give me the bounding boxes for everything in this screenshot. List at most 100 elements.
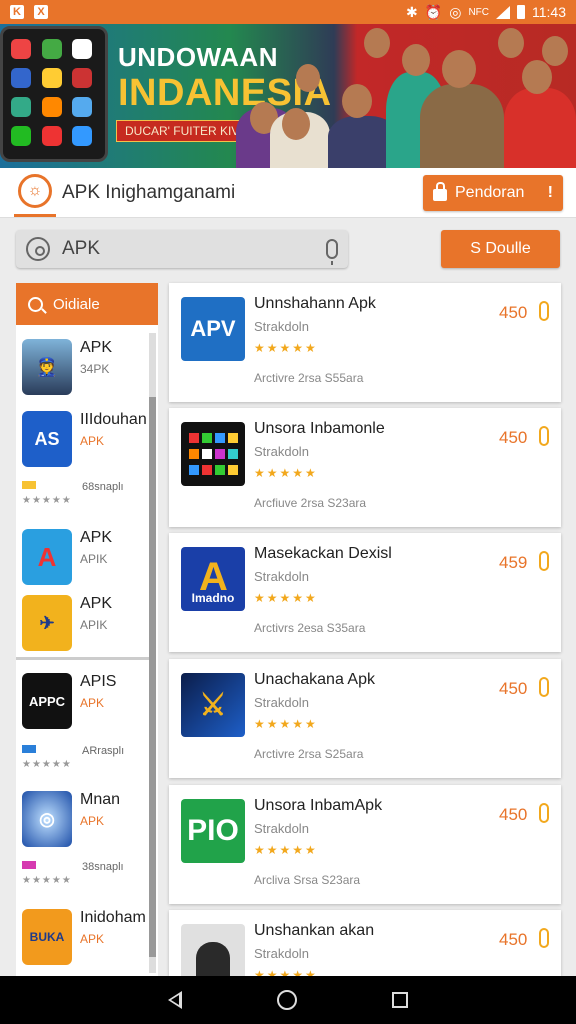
download-icon[interactable]	[539, 928, 549, 948]
sidebar-item-name: IIIdouhan	[80, 411, 147, 428]
alert-badge: !	[547, 184, 553, 201]
app-meta: Arctivre 2rsa S25ara	[254, 747, 364, 761]
app-title: Masekackan Dexisl	[254, 545, 392, 562]
app-download-count: 450	[499, 428, 528, 447]
app-meta: Arcliva Srsa S23ara	[254, 873, 361, 887]
sidebar-item[interactable]: APPC APIS APK	[22, 673, 116, 729]
download-icon[interactable]	[539, 426, 549, 446]
app-meta: Arctivre 2rsa S55ara	[254, 371, 364, 385]
scrollbar-thumb[interactable]	[149, 397, 156, 957]
nfc-icon: NFC	[468, 6, 489, 18]
app-meta: Arctivrs 2esa S35ara	[254, 621, 366, 635]
banner-people-image	[236, 24, 576, 168]
download-icon[interactable]	[539, 803, 549, 823]
search-icon	[28, 296, 43, 312]
app-card[interactable]: ⚔ Unachakana Apk Strakdoln ★★★★★ Arctivr…	[169, 659, 561, 778]
sidebar-tab-label: Oidiale	[53, 295, 100, 313]
microphone-icon[interactable]	[326, 239, 338, 265]
signal-icon	[496, 5, 510, 19]
search-button[interactable]: S Doulle	[441, 230, 560, 268]
sidebar-item-sub: 34PK	[80, 362, 110, 376]
app-download-count: 450	[499, 303, 528, 322]
category-sidebar: Oidiale 👮 APK 34PK AS IIIdouhan APK ★★★★★ …	[16, 283, 158, 976]
rating-stars: ★★★★★	[22, 495, 72, 506]
sidebar-item[interactable]: A APK APIK	[22, 529, 112, 585]
app-card[interactable]: PIO Unsora InbamApk Strakdoln ★★★★★ Arcl…	[169, 785, 561, 904]
app-card[interactable]: APV Unnshahann Apk Strakdoln ★★★★★ Arcti…	[169, 283, 561, 402]
sidebar-item-sub: APIK	[80, 552, 108, 566]
app-rating-stars: ★★★★★	[254, 717, 318, 731]
sidebar-extra-text: 68snaplı	[82, 481, 124, 493]
sidebar-rating: ★★★★★	[22, 861, 72, 886]
appc-app-icon: APPC	[22, 673, 72, 729]
sidebar-item[interactable]: BUKA Inidoham APK	[22, 909, 146, 965]
police-app-icon: 👮	[22, 339, 72, 395]
plane-app-icon: ✈	[22, 595, 72, 651]
app-rating-stars: ★★★★★	[254, 843, 318, 857]
sidebar-scrollbar[interactable]	[149, 333, 156, 973]
header-action-button[interactable]: Pendoran !	[423, 175, 563, 211]
a-logo-app-icon: A Imadno	[181, 547, 245, 611]
phone-image	[0, 26, 108, 162]
page-title: APK Inighamganami	[62, 182, 236, 203]
app-developer: Strakdoln	[254, 319, 309, 334]
search-input[interactable]: APK	[16, 230, 348, 268]
as-app-icon: AS	[22, 411, 72, 467]
sword-app-icon: ⚔	[181, 673, 245, 737]
settings-icon[interactable]	[26, 237, 50, 261]
download-icon[interactable]	[539, 301, 549, 321]
header-button-label: Pendoran	[455, 184, 525, 201]
bluetooth-icon: ✱	[406, 3, 418, 20]
rating-chip	[22, 745, 36, 753]
app-download-count: 450	[499, 679, 528, 698]
sidebar-tab[interactable]: Oidiale	[16, 283, 158, 325]
sidebar-item-name: APK	[80, 339, 113, 356]
sidebar-item-sub: APK	[80, 932, 105, 946]
app-developer: Strakdoln	[254, 569, 309, 584]
app-logo-icon[interactable]: ☼	[18, 174, 52, 208]
sidebar-divider	[16, 657, 149, 660]
home-icon[interactable]	[276, 990, 297, 1010]
app-grid-icon	[181, 422, 245, 486]
sidebar-item-name: APIS	[80, 673, 117, 690]
sidebar-item[interactable]: 👮 APK 34PK	[22, 339, 112, 395]
app-rating-stars: ★★★★★	[254, 466, 318, 480]
app-card[interactable]: A Imadno Masekackan Dexisl Strakdoln ★★★…	[169, 533, 561, 652]
sidebar-item[interactable]: AS IIIdouhan APK	[22, 411, 147, 467]
game-app-icon: BUKA	[22, 909, 72, 965]
rating-stars: ★★★★★	[22, 759, 72, 770]
app-developer: Strakdoln	[254, 946, 309, 961]
app-developer: Strakdoln	[254, 695, 309, 710]
sidebar-item-sub: APK	[80, 814, 105, 828]
download-icon[interactable]	[539, 551, 549, 571]
search-value: APK	[62, 238, 101, 259]
app-title: Unsora InbamApk	[254, 797, 383, 814]
globe-app-icon: ◎	[22, 791, 72, 847]
alarm-icon: ⏰	[424, 3, 443, 20]
alarm-icon: ◎	[449, 3, 462, 20]
download-icon[interactable]	[539, 677, 549, 697]
status-time: 11:43	[532, 4, 566, 20]
sidebar-item[interactable]: ◎ Mnan APK	[22, 791, 120, 847]
notification-icon: X	[34, 5, 48, 19]
sidebar-item-sub: APK	[80, 434, 105, 448]
lock-icon	[433, 182, 447, 201]
icon-caption: Imadno	[191, 591, 235, 605]
promo-banner[interactable]: UNDOWAAN INDANESIA DUCAR' FUITER KIVN	[0, 24, 576, 168]
app-card[interactable]: Unsora Inbamonle Strakdoln ★★★★★ Arcfiuv…	[169, 408, 561, 527]
rating-chip	[22, 481, 36, 489]
rating-stars: ★★★★★	[22, 875, 72, 886]
sidebar-item[interactable]: ✈ APK APIK	[22, 595, 112, 651]
app-meta: Arcfiuve 2rsa S23ara	[254, 496, 367, 510]
rating-chip	[22, 861, 36, 869]
sidebar-item-name: Inidoham	[80, 909, 146, 926]
back-icon[interactable]	[167, 991, 182, 1009]
a-app-icon: A	[22, 529, 72, 585]
status-indicators: ✱ ⏰ ◎ NFC 11:43	[406, 4, 566, 21]
sidebar-item-name: Mnan	[80, 791, 121, 808]
recent-apps-icon[interactable]	[392, 992, 409, 1008]
app-card[interactable]: Unshankan akan Strakdoln ★★★★★ 450	[169, 910, 561, 976]
app-download-count: 450	[499, 930, 528, 949]
app-developer: Strakdoln	[254, 444, 309, 459]
app-title: Unachakana Apk	[254, 671, 375, 688]
